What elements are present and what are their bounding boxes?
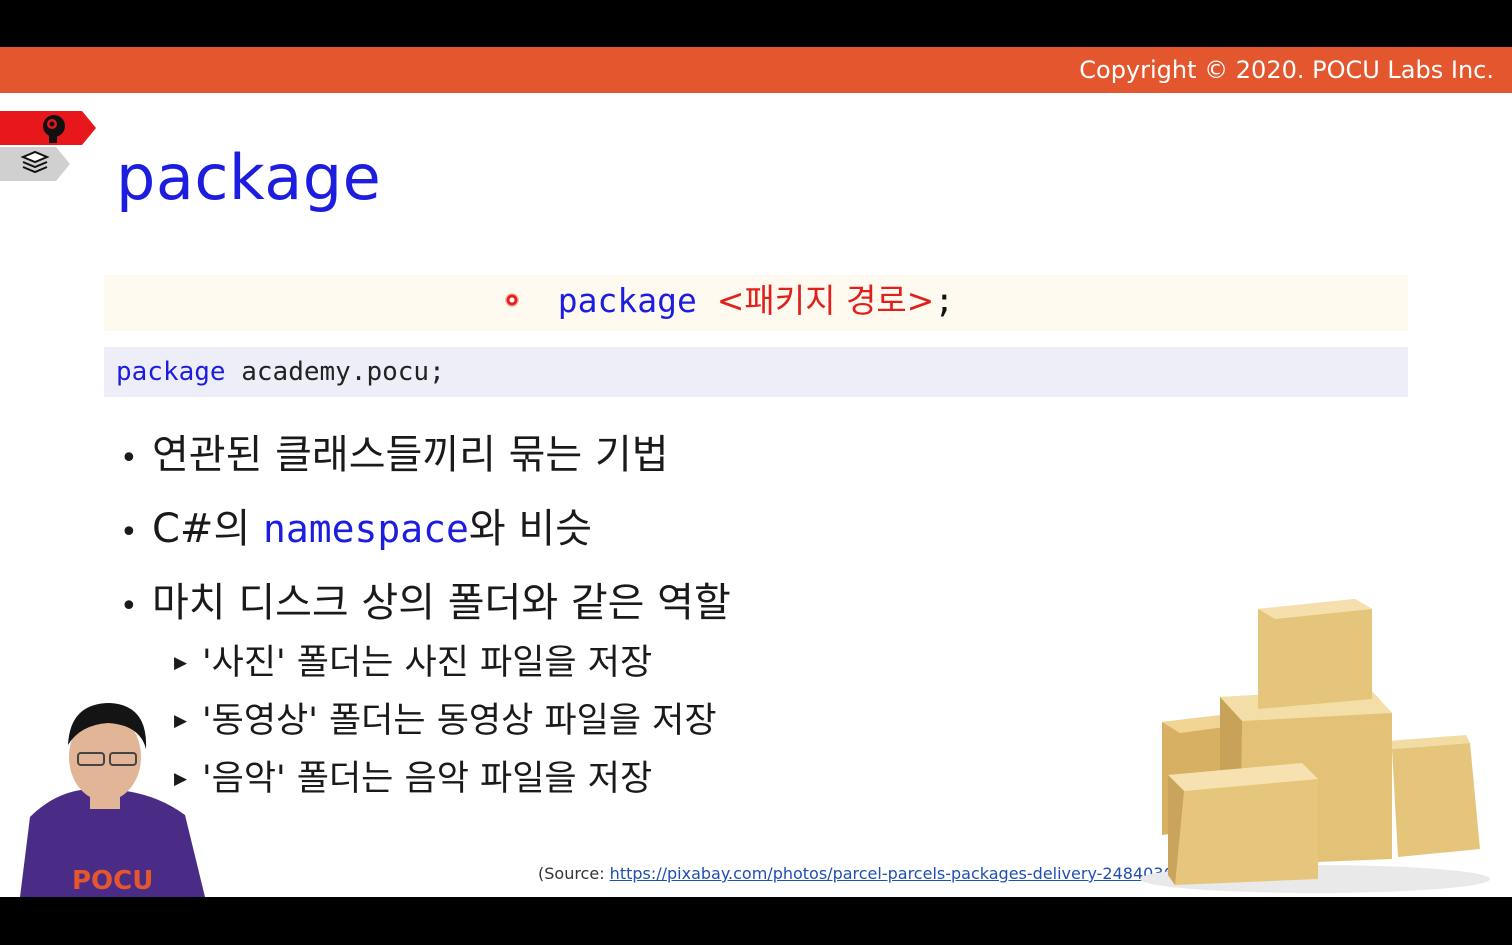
bullet-dot-icon: • xyxy=(120,441,138,476)
syntax-terminator: ; xyxy=(934,281,955,320)
laser-pointer-icon xyxy=(505,293,519,307)
bullet-suffix-2: 와 비슷 xyxy=(468,506,592,552)
syntax-line: package <패키지 경로>; xyxy=(104,281,1408,321)
syntax-box: package <패키지 경로>; xyxy=(104,275,1408,331)
bullet-dot-icon: • xyxy=(120,589,138,624)
slide-title: package xyxy=(116,141,382,214)
bullet-highlight-namespace: namespace xyxy=(262,507,469,551)
code-box: package academy.pocu; xyxy=(104,347,1408,397)
bullet-item-2: • C#의 namespace와 비슷 xyxy=(120,501,592,561)
bullet-text-1: 연관된 클래스들끼리 묶는 기법 xyxy=(152,432,669,478)
syntax-keyword: package xyxy=(557,281,697,320)
source-link[interactable]: https://pixabay.com/photos/parcel-parcel… xyxy=(610,864,1179,883)
header-bar: Copyright © 2020. POCU Labs Inc. xyxy=(0,47,1512,93)
triangle-bullet-icon: ▶ xyxy=(174,653,188,673)
image-source-credit: (Source: https://pixabay.com/photos/parc… xyxy=(538,864,1185,883)
bullet-item-3: • 마치 디스크 상의 폴더와 같은 역할 xyxy=(120,575,731,635)
copyright-text: Copyright © 2020. POCU Labs Inc. xyxy=(1079,56,1494,84)
nav-tab-books[interactable] xyxy=(0,147,70,181)
sub-bullet-text-2: '동영상' 폴더는 동영상 파일을 저장 xyxy=(202,701,717,741)
presenter-video: POCU xyxy=(20,703,205,897)
cardboard-boxes-image xyxy=(1140,599,1490,893)
sub-bullet-2: ▶ '동영상' 폴더는 동영상 파일을 저장 xyxy=(174,697,717,745)
code-keyword: package xyxy=(116,357,226,387)
slide: Copyright © 2020. POCU Labs Inc. package… xyxy=(0,47,1512,897)
code-rest: academy.pocu; xyxy=(225,357,445,387)
sub-bullet-text-3: '음악' 폴더는 음악 파일을 저장 xyxy=(202,759,653,799)
shirt-logo: POCU xyxy=(72,866,153,896)
bullet-prefix-2: C#의 xyxy=(152,506,263,552)
sub-bullet-3: ▶ '음악' 폴더는 음악 파일을 저장 xyxy=(174,755,652,803)
bullet-item-1: • 연관된 클래스들끼리 묶는 기법 xyxy=(120,427,669,487)
bullet-text-3: 마치 디스크 상의 폴더와 같은 역할 xyxy=(152,580,731,626)
source-prefix: (Source: xyxy=(538,864,610,883)
sub-bullet-1: ▶ '사진' 폴더는 사진 파일을 저장 xyxy=(174,639,652,687)
syntax-placeholder: <패키지 경로> xyxy=(716,281,935,320)
bullet-dot-icon: • xyxy=(120,515,138,550)
sub-bullet-text-1: '사진' 폴더는 사진 파일을 저장 xyxy=(202,643,653,683)
nav-tab-brain[interactable] xyxy=(0,111,96,145)
code-line: package academy.pocu; xyxy=(116,355,445,389)
